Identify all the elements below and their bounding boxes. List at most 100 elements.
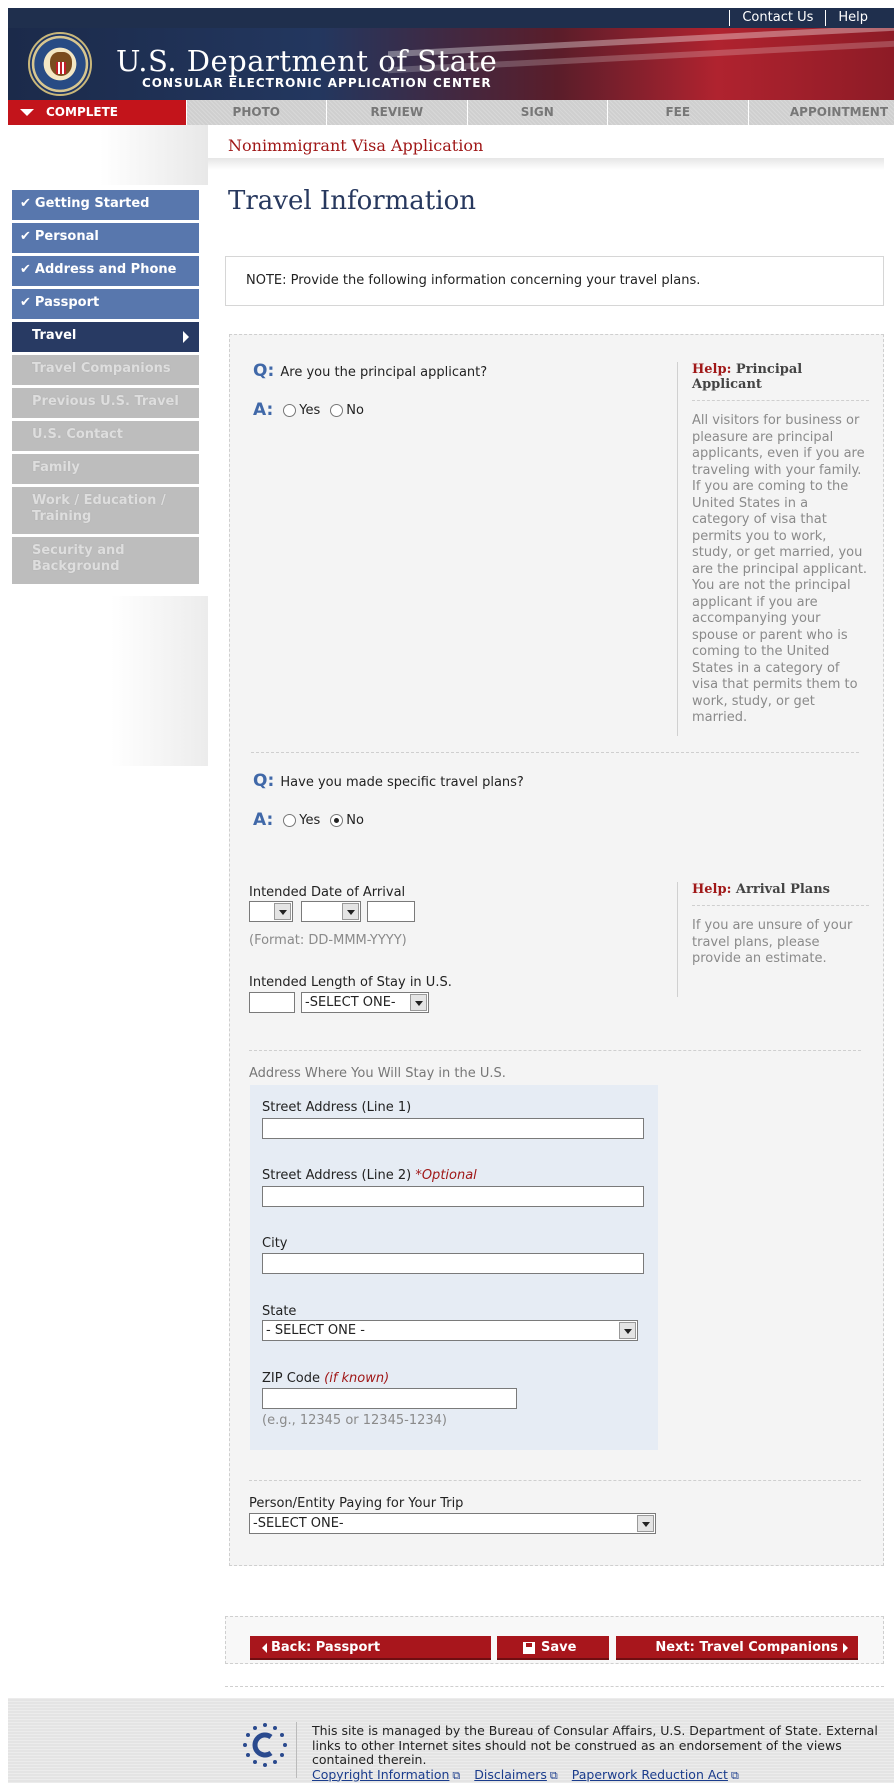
nav-label: Travel bbox=[32, 328, 77, 343]
page-title: Travel Information bbox=[228, 186, 476, 216]
consular-affairs-seal-icon bbox=[243, 1723, 287, 1767]
button-label: Next: Travel Companions bbox=[655, 1640, 838, 1655]
nav-previous-us-travel: Previous U.S. Travel bbox=[12, 388, 199, 418]
nav-address-and-phone[interactable]: ✔ Address and Phone bbox=[12, 256, 199, 286]
step-fee: FEE bbox=[607, 100, 748, 125]
length-of-stay-input[interactable] bbox=[249, 992, 295, 1013]
button-label: Save bbox=[541, 1640, 577, 1655]
section-nav: ✔ Getting Started ✔ Personal ✔ Address and … bbox=[12, 190, 199, 587]
state-select[interactable]: - SELECT ONE - bbox=[262, 1320, 638, 1341]
footer-disclaimer: This site is managed by the Bureau of Co… bbox=[312, 1723, 878, 1767]
help-prefix: Help: bbox=[692, 362, 732, 377]
street2-label: Street Address (Line 2) *Optional bbox=[262, 1168, 477, 1183]
step-label: COMPLETE bbox=[46, 105, 118, 119]
nav-getting-started[interactable]: ✔ Getting Started bbox=[12, 190, 199, 220]
check-icon: ✔ bbox=[20, 262, 31, 277]
help-heading: Help: Principal Applicant bbox=[692, 362, 869, 401]
help-principal-applicant: Help: Principal Applicant All visitors f… bbox=[677, 362, 869, 736]
help-body: All visitors for business or pleasure ar… bbox=[692, 413, 868, 725]
save-button[interactable]: Save bbox=[497, 1636, 609, 1660]
radio-button[interactable] bbox=[330, 403, 344, 417]
footer-divider bbox=[225, 1686, 884, 1687]
street1-input[interactable] bbox=[262, 1118, 644, 1139]
disclaimers-link[interactable]: Disclaimers bbox=[474, 1767, 557, 1783]
option-label: Yes bbox=[299, 402, 321, 418]
site-banner: U.S. Department of State CONSULAR ELECTR… bbox=[8, 28, 894, 100]
q-marker: Q: bbox=[253, 361, 275, 381]
street2-input[interactable] bbox=[262, 1186, 644, 1207]
section-divider bbox=[251, 752, 859, 753]
travel-plans-yes-option[interactable]: Yes bbox=[283, 813, 320, 828]
arrow-right-icon bbox=[843, 1642, 848, 1653]
length-of-stay-unit-select[interactable]: -SELECT ONE- bbox=[301, 992, 429, 1013]
back-button[interactable]: Back: Passport bbox=[250, 1636, 491, 1660]
help-prefix: Help: bbox=[692, 882, 732, 897]
select-value: - SELECT ONE - bbox=[266, 1323, 365, 1338]
nav-us-contact: U.S. Contact bbox=[12, 421, 199, 451]
contact-us-link[interactable]: Contact Us bbox=[729, 10, 825, 26]
site-footer: This site is managed by the Bureau of Co… bbox=[8, 1698, 894, 1783]
department-title: U.S. Department of State bbox=[116, 44, 498, 78]
payer-select[interactable]: -SELECT ONE- bbox=[249, 1513, 656, 1534]
state-label: State bbox=[262, 1304, 297, 1319]
option-label: Yes bbox=[299, 812, 321, 828]
address-section-label: Address Where You Will Stay in the U.S. bbox=[249, 1066, 506, 1081]
radio-button-selected[interactable] bbox=[330, 813, 344, 827]
zip-input[interactable] bbox=[262, 1388, 517, 1409]
nav-personal[interactable]: ✔ Personal bbox=[12, 223, 199, 253]
arrival-day-select[interactable] bbox=[249, 901, 293, 922]
sidebar-shade bbox=[100, 596, 208, 766]
length-of-stay-label: Intended Length of Stay in U.S. bbox=[249, 975, 452, 990]
zip-note: (if known) bbox=[324, 1371, 390, 1386]
radio-button[interactable] bbox=[283, 403, 297, 417]
copyright-link[interactable]: Copyright Information bbox=[312, 1767, 460, 1783]
footer-text-block: This site is managed by the Bureau of Co… bbox=[312, 1723, 892, 1783]
title-divider bbox=[208, 158, 884, 170]
option-label: No bbox=[346, 402, 364, 418]
check-icon: ✔ bbox=[20, 196, 31, 211]
label-text: Street Address (Line 2) bbox=[262, 1168, 412, 1183]
q-marker: Q: bbox=[253, 771, 275, 791]
check-icon: ✔ bbox=[20, 295, 31, 310]
footer-divider-line bbox=[296, 1722, 297, 1778]
top-links-bar: Contact Us Help bbox=[8, 8, 894, 28]
payer-label: Person/Entity Paying for Your Trip bbox=[249, 1496, 464, 1511]
save-disk-icon bbox=[523, 1641, 535, 1654]
department-subtitle: CONSULAR ELECTRONIC APPLICATION CENTER bbox=[142, 76, 492, 90]
arrival-month-select[interactable] bbox=[301, 901, 361, 922]
nav-label: Passport bbox=[34, 295, 100, 310]
next-button[interactable]: Next: Travel Companions bbox=[616, 1636, 858, 1660]
principal-no-option[interactable]: No bbox=[330, 403, 364, 418]
nav-travel[interactable]: Travel bbox=[12, 322, 199, 352]
arrival-year-input[interactable] bbox=[367, 901, 415, 922]
principal-yes-option[interactable]: Yes bbox=[283, 403, 320, 418]
label-text: ZIP Code bbox=[262, 1371, 320, 1386]
help-link[interactable]: Help bbox=[825, 10, 880, 26]
city-label: City bbox=[262, 1236, 288, 1251]
arrow-right-icon bbox=[183, 331, 189, 343]
zip-example: (e.g., 12345 or 12345-1234) bbox=[262, 1413, 447, 1428]
nav-label: Getting Started bbox=[34, 196, 150, 211]
radio-button[interactable] bbox=[283, 813, 297, 827]
footer-links: Copyright Information Disclaimers Paperw… bbox=[312, 1767, 892, 1783]
nav-family: Family bbox=[12, 454, 199, 484]
dropdown-arrow-icon bbox=[342, 903, 359, 920]
street1-label: Street Address (Line 1) bbox=[262, 1100, 412, 1115]
question-text: Have you made specific travel plans? bbox=[280, 775, 524, 790]
arrival-date-label: Intended Date of Arrival bbox=[249, 885, 406, 900]
date-format-hint: (Format: DD-MMM-YYYY) bbox=[249, 933, 407, 948]
paperwork-reduction-link[interactable]: Paperwork Reduction Act bbox=[572, 1767, 739, 1783]
travel-plans-no-option[interactable]: No bbox=[330, 813, 364, 828]
nav-travel-companions: Travel Companions bbox=[12, 355, 199, 385]
select-value: -SELECT ONE- bbox=[305, 995, 396, 1010]
nav-passport[interactable]: ✔ Passport bbox=[12, 289, 199, 319]
city-input[interactable] bbox=[262, 1253, 644, 1274]
option-label: No bbox=[346, 812, 364, 828]
action-bar: Back: Passport Save Next: Travel Compani… bbox=[225, 1616, 884, 1664]
step-complete[interactable]: COMPLETE bbox=[8, 100, 186, 125]
answer-travel-plans: A: Yes No bbox=[253, 810, 374, 830]
optional-note: *Optional bbox=[415, 1168, 477, 1183]
progress-steps: COMPLETE PHOTO REVIEW SIGN FEE APPOINTME… bbox=[8, 100, 894, 125]
check-icon: ✔ bbox=[20, 229, 31, 244]
step-appointment: APPOINTMENT bbox=[747, 100, 894, 125]
